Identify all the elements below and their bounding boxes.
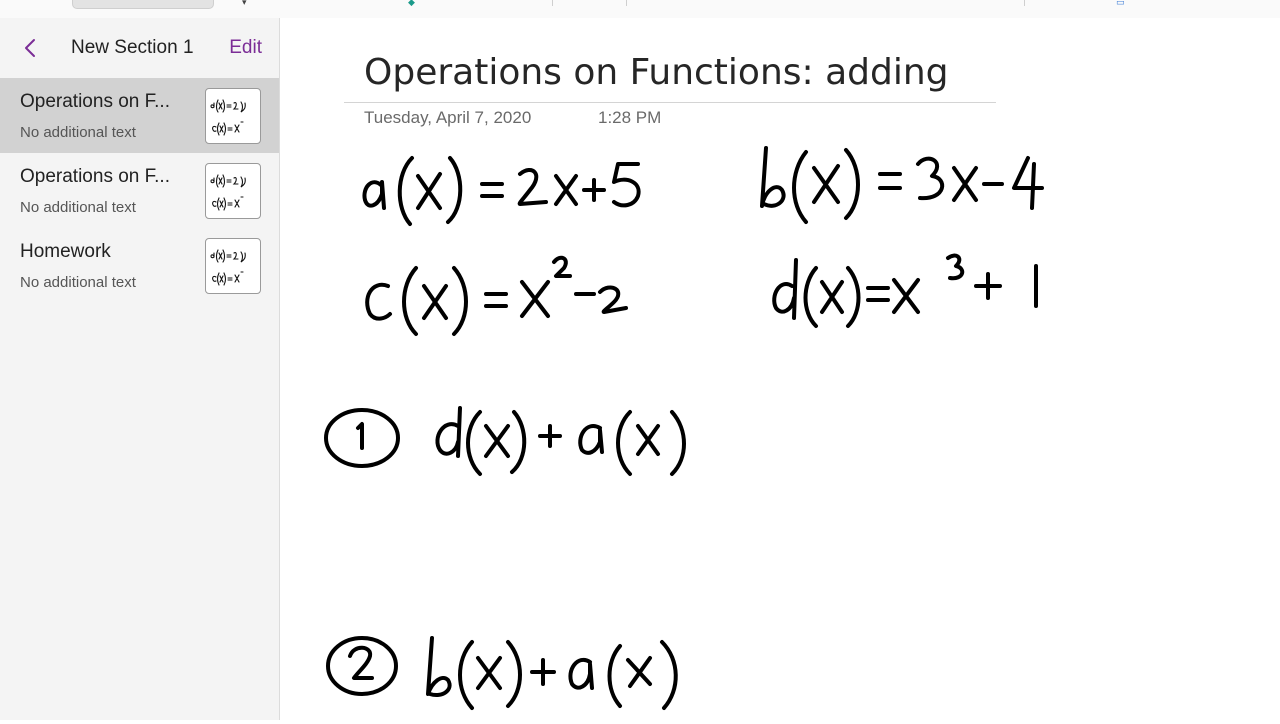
section-title: New Section 1 <box>71 37 194 58</box>
page-thumbnail <box>205 163 261 219</box>
page-list-item[interactable]: Operations on F... No additional text <box>0 153 279 228</box>
page-list-item[interactable]: Operations on F... No additional text <box>0 78 279 153</box>
page-item-subtitle: No additional text <box>20 199 136 216</box>
handwriting-thumbnail-icon <box>210 174 246 211</box>
toolbar-divider <box>552 0 553 6</box>
page-time: 1:28 PM <box>598 108 662 127</box>
toolbar-tool-icon[interactable]: ▭ <box>1116 0 1125 7</box>
marker-icon[interactable]: ◆ <box>408 0 415 7</box>
page-item-title: Operations on F... <box>20 91 170 112</box>
note-canvas[interactable]: Operations on Functions: adding Tuesday,… <box>280 18 1280 720</box>
handwriting-a-of-x <box>362 156 641 226</box>
back-button[interactable] <box>20 34 40 62</box>
page-list-sidebar: New Section 1 Edit Operations on F... No… <box>0 18 280 720</box>
handwriting-problem-2 <box>326 636 678 710</box>
title-divider <box>344 102 996 103</box>
page-date: Tuesday, April 7, 2020 <box>364 108 532 127</box>
page-thumbnail <box>205 88 261 144</box>
page-item-subtitle: No additional text <box>20 274 136 291</box>
sidebar-header: New Section 1 Edit <box>0 18 279 78</box>
handwriting-thumbnail-icon <box>210 249 246 286</box>
handwriting-b-of-x <box>760 146 1044 224</box>
page-title[interactable]: Operations on Functions: adding <box>364 52 949 93</box>
page-item-title: Operations on F... <box>20 166 170 187</box>
page-list-item[interactable]: Homework No additional text <box>0 228 279 303</box>
page-item-title: Homework <box>20 241 111 262</box>
toolbar-tab[interactable] <box>72 0 214 9</box>
toolbar-divider <box>626 0 627 6</box>
handwriting-d-of-x <box>772 253 1038 328</box>
handwriting-thumbnail-icon <box>210 99 246 136</box>
toolbar-icon[interactable]: ▾ <box>242 0 247 7</box>
chevron-left-icon <box>25 39 35 57</box>
page-item-subtitle: No additional text <box>20 124 136 141</box>
page-thumbnail <box>205 238 261 294</box>
handwriting-problem-1 <box>324 406 686 476</box>
toolbar-divider <box>1024 0 1025 6</box>
top-toolbar: ▾ ◆ ▭ <box>0 0 1280 19</box>
handwriting-c-of-x <box>365 255 628 336</box>
edit-button[interactable]: Edit <box>229 37 262 59</box>
